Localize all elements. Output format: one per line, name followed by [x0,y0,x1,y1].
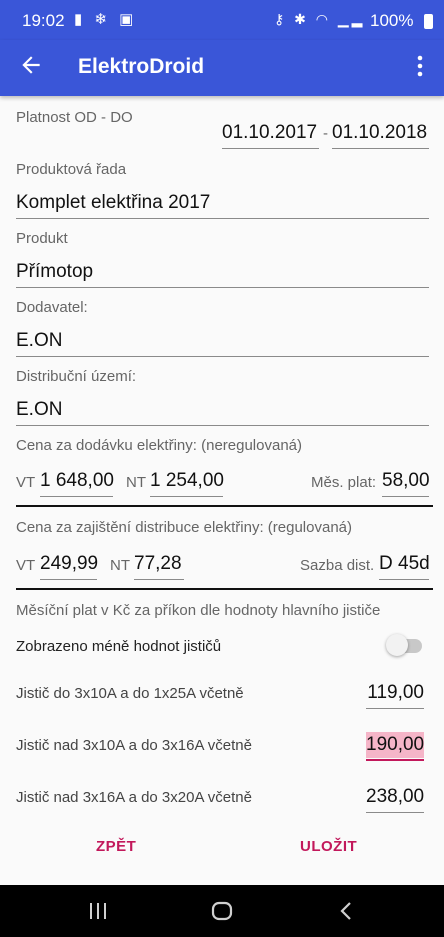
valid-from-underline [222,148,319,149]
dist-rate-select[interactable]: D 45d [379,553,430,575]
product-label: Produkt [16,230,68,247]
dist-rate-label: Sazba dist. [300,557,375,574]
back-arrow-icon[interactable] [18,52,44,78]
valid-to-underline [332,148,429,149]
valid-from-input[interactable]: 01.10.2017 [222,122,317,144]
breaker-row-label: Jistič nad 3x10A a do 3x16A včetně [16,737,252,754]
monthly-fee-label: Měs. plat: [311,474,377,491]
monthly-fee-input[interactable]: 58,00 [382,470,430,492]
status-bar: 19:02 ▮ ❄ ▣ ⚷ ✱ ◠ ▁▂ 100% [0,0,444,40]
breaker-row-label: Jistič nad 3x16A a do 3x20A včetně [16,789,252,806]
app-bar: ElektroDroid [0,40,444,96]
product-line-label: Produktová řada [16,161,127,178]
section-divider-2 [16,588,433,590]
app-title: ElektroDroid [78,55,205,78]
supply-vt-underline [40,496,113,497]
back-button[interactable]: ZPĚT [96,838,136,855]
product-underline [16,287,429,288]
battery-icon [424,14,433,29]
valid-to-input[interactable]: 01.10.2018 [332,122,427,144]
dist-price-label: Cena za zajištění distribuce elektřiny: … [16,519,352,536]
monthly-fee-underline [382,496,429,497]
section-divider [16,505,433,507]
validity-separator: - [323,125,328,142]
breaker-heading: Měsíční plat v Kč za příkon dle hodnoty … [16,602,381,619]
recent-apps-icon[interactable] [88,902,108,920]
dist-nt-underline [134,579,184,580]
product-line-select[interactable]: Komplet elektřina 2017 [16,192,210,214]
dist-vt-underline [40,579,97,580]
supply-nt-label: NT [126,474,146,491]
save-button[interactable]: ULOŽIT [300,838,357,855]
system-icons: ⚷ ✱ ◠ ▁▂ [274,11,366,27]
home-icon[interactable] [211,901,233,921]
supply-nt-underline [150,496,223,497]
toggle-label: Zobrazeno méně hodnot jističů [16,638,222,655]
breaker-row-underline [366,812,424,813]
dist-rate-underline [379,579,429,580]
battery-percent: 100% [370,11,414,30]
dist-vt-input[interactable]: 249,99 [40,553,98,575]
supply-nt-input[interactable]: 1 254,00 [150,470,224,492]
supplier-label: Dodavatel: [16,299,88,316]
breaker-row-input[interactable]: 119,00 [366,682,424,704]
dist-nt-input[interactable]: 77,28 [134,553,182,575]
dist-vt-label: VT [16,557,36,574]
notification-icons: ▮ ❄ ▣ [74,11,138,28]
area-underline [16,425,429,426]
product-line-underline [16,218,429,219]
supplier-underline [16,356,429,357]
breaker-row-underline [366,708,424,709]
supply-vt-input[interactable]: 1 648,00 [40,470,114,492]
breaker-row-input[interactable]: 238,00 [366,786,424,808]
breaker-row-input-focused[interactable]: 190,00 [366,734,424,756]
focused-input-underline [366,759,424,761]
show-less-toggle-thumb[interactable] [386,634,408,656]
status-time: 19:02 [22,11,65,30]
product-select[interactable]: Přímotop [16,261,93,283]
supply-vt-label: VT [16,474,36,491]
more-vert-icon[interactable] [408,52,432,80]
supply-price-label: Cena za dodávku elektřiny: (neregulovaná… [16,437,303,454]
dist-nt-label: NT [110,557,130,574]
area-select[interactable]: E.ON [16,399,62,421]
back-nav-icon[interactable] [338,901,354,921]
breaker-row-label: Jistič do 3x10A a do 1x25A včetně [16,685,244,702]
validity-label: Platnost OD - DO [16,109,133,126]
system-nav-bar [0,885,444,937]
supplier-select[interactable]: E.ON [16,330,62,352]
area-label: Distribuční území: [16,368,137,385]
